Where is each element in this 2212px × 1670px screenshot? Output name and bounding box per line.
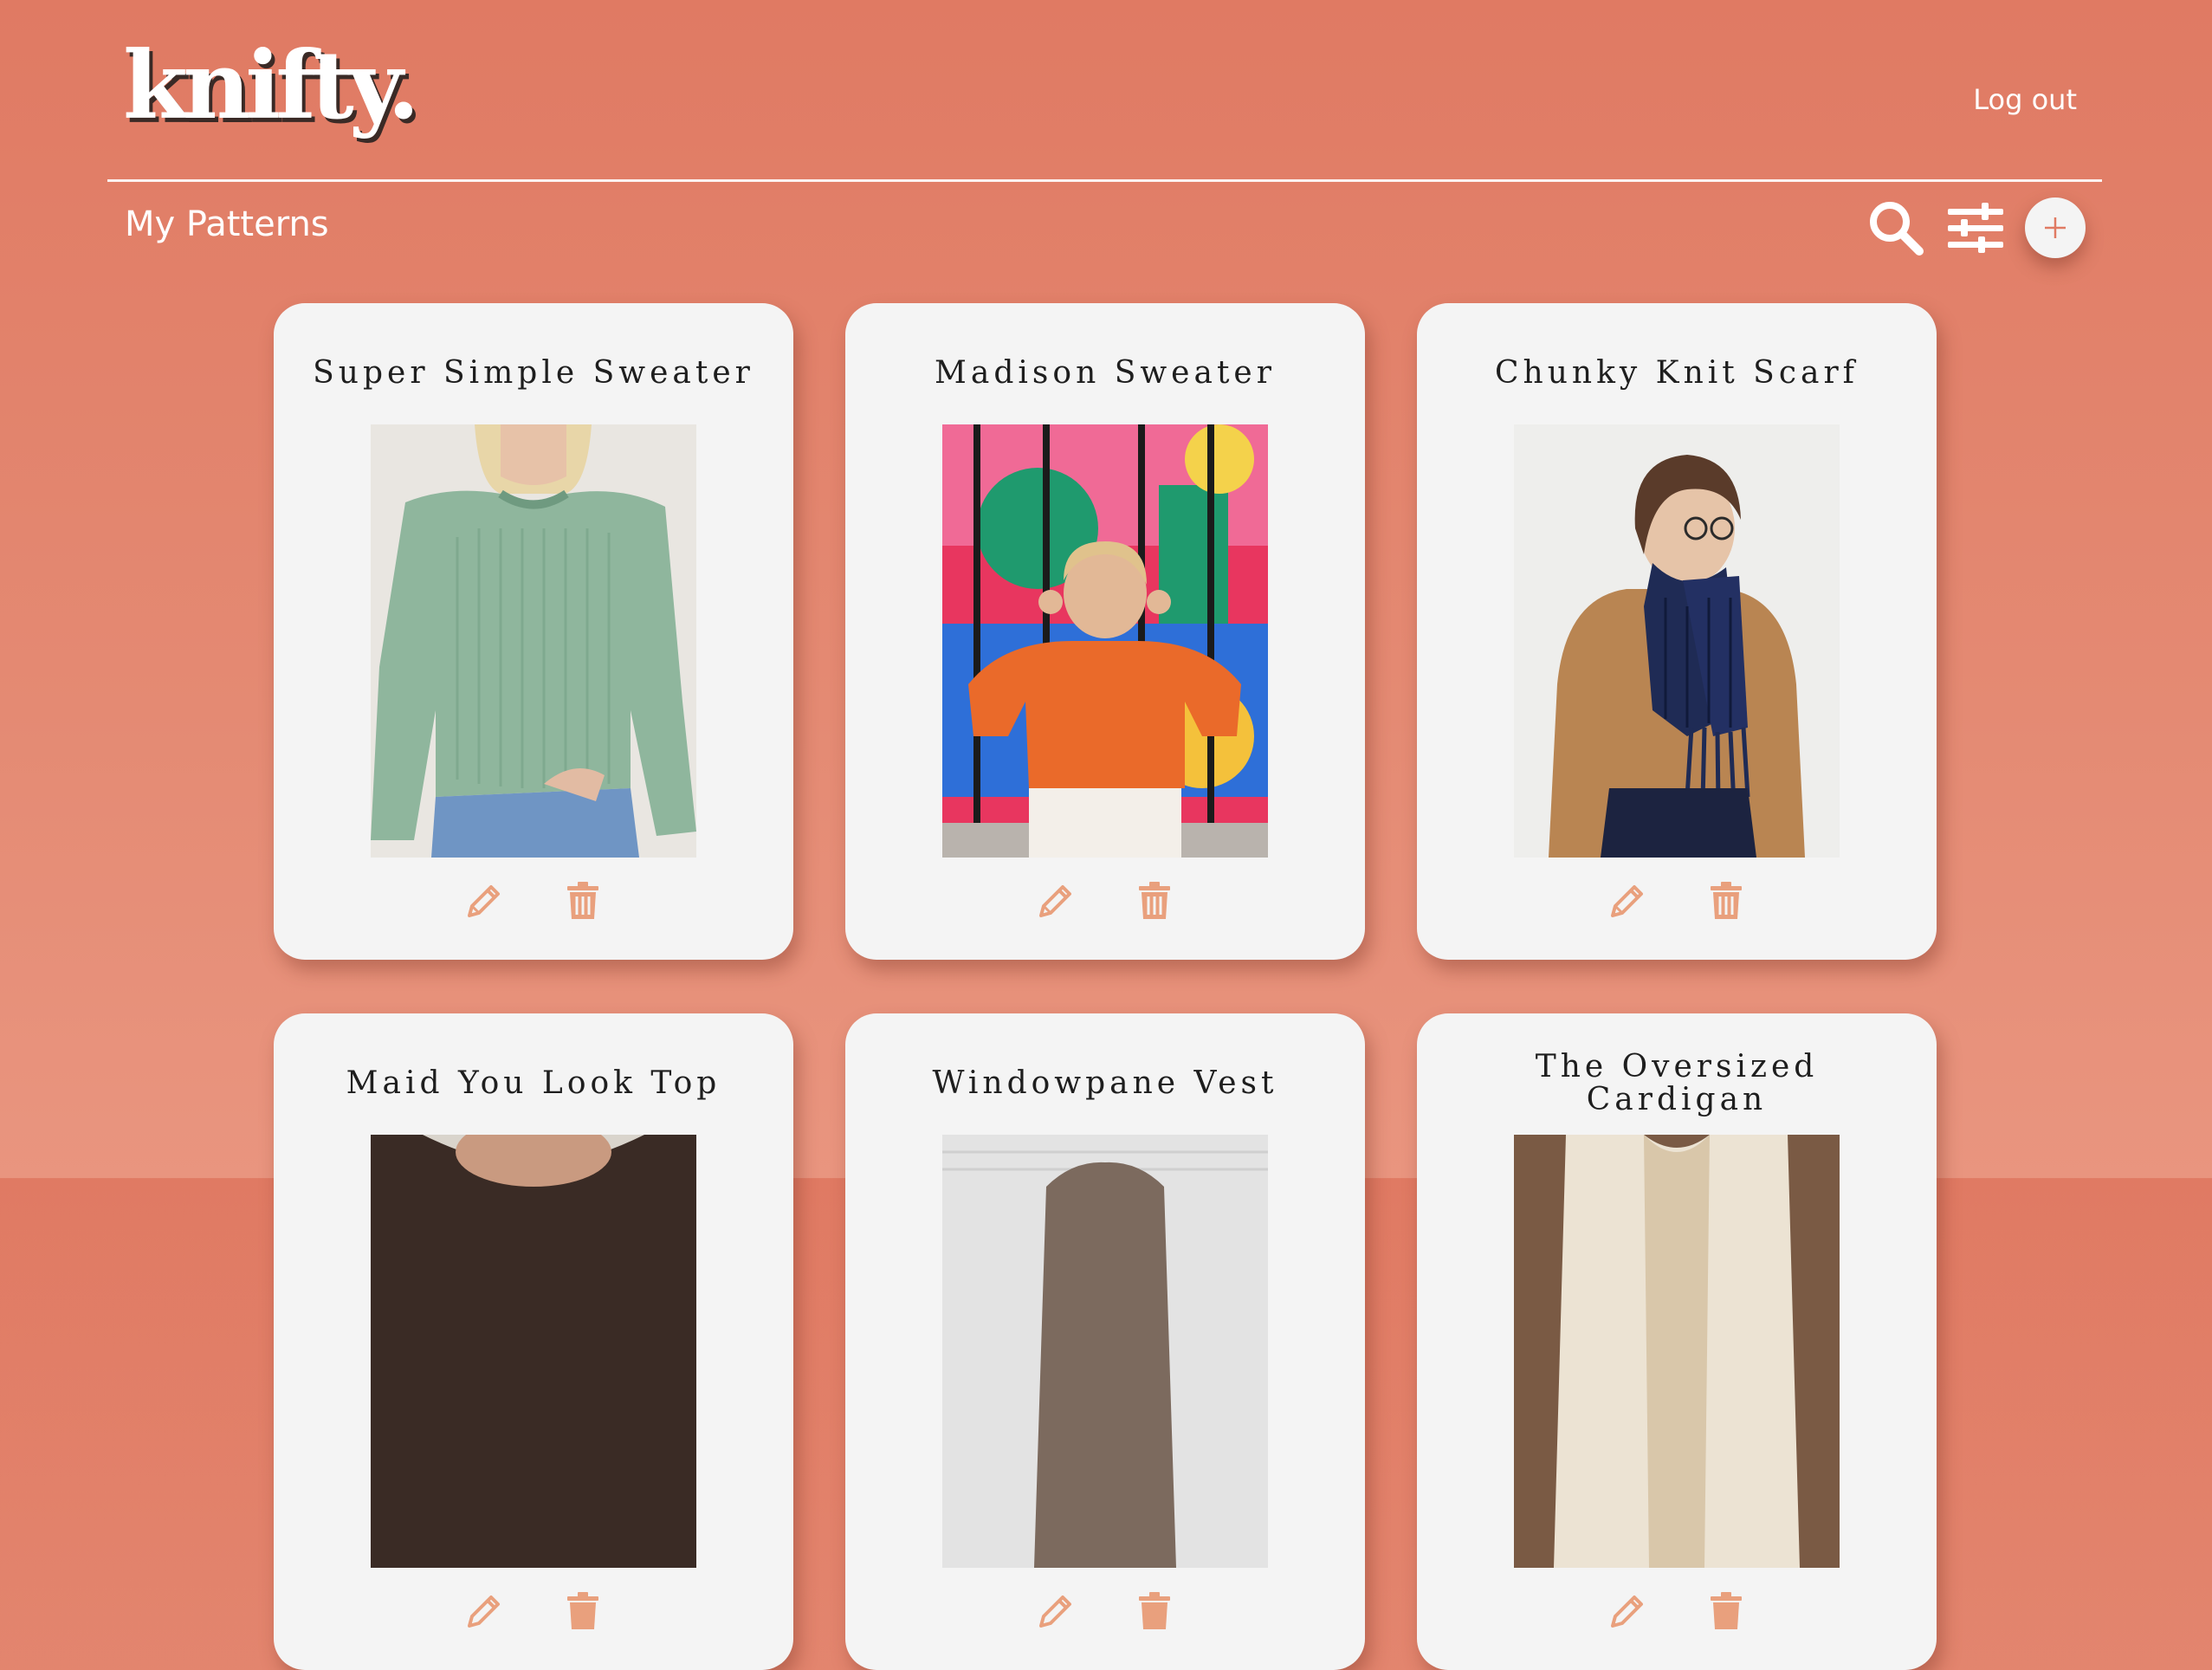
page-title: My Patterns [125,204,329,244]
pencil-icon[interactable] [462,878,507,923]
search-icon[interactable] [1866,197,1926,258]
app-header: knifty. Log out My Patterns [0,0,2212,258]
trash-icon[interactable] [1132,878,1177,923]
pattern-actions [845,1589,1365,1641]
trash-icon[interactable] [1132,1589,1177,1634]
pattern-actions [845,878,1365,930]
pattern-image[interactable] [371,424,696,858]
pattern-image[interactable] [1514,424,1840,858]
add-pattern-button[interactable] [2025,197,2086,258]
pattern-title: Chunky Knit Scarf [1494,355,1860,392]
pattern-title: Windowpane Vest [932,1065,1278,1102]
pattern-actions [274,878,793,930]
trash-icon[interactable] [1704,1589,1749,1634]
pattern-actions [1417,878,1937,930]
header-divider [107,179,2102,182]
pencil-icon[interactable] [1033,1589,1078,1634]
pattern-card[interactable]: Windowpane Vest [845,1013,1365,1670]
pattern-image[interactable] [942,1135,1268,1568]
pencil-icon[interactable] [462,1589,507,1634]
pattern-actions [274,1589,793,1641]
pattern-actions [1417,1589,1937,1641]
plus-icon [2045,217,2066,238]
pattern-card[interactable]: The Oversized Cardigan [1417,1013,1937,1670]
pattern-title: Madison Sweater [935,355,1276,392]
pattern-toolbar [1866,197,2086,258]
pencil-icon[interactable] [1605,1589,1650,1634]
pattern-card[interactable]: Super Simple Sweater [274,303,793,960]
pattern-card[interactable]: Chunky Knit Scarf [1417,303,1937,960]
trash-icon[interactable] [560,1589,605,1634]
pattern-image[interactable] [371,1135,696,1568]
pattern-title: Maid You Look Top [346,1065,721,1102]
logout-link[interactable]: Log out [1973,83,2077,116]
pattern-title: The Oversized Cardigan [1535,1049,1819,1117]
sliders-icon[interactable] [1945,197,2006,258]
app-logo[interactable]: knifty. [123,31,420,140]
pattern-card[interactable]: Madison Sweater [845,303,1365,960]
pattern-image[interactable] [942,424,1268,858]
pencil-icon[interactable] [1033,878,1078,923]
pencil-icon[interactable] [1605,878,1650,923]
pattern-card[interactable]: Maid You Look Top [274,1013,793,1670]
trash-icon[interactable] [1704,878,1749,923]
trash-icon[interactable] [560,878,605,923]
pattern-grid: Super Simple Sweater Madison Sweater Chu… [274,303,1937,1670]
pattern-image[interactable] [1514,1135,1840,1568]
pattern-title: Super Simple Sweater [313,355,754,392]
